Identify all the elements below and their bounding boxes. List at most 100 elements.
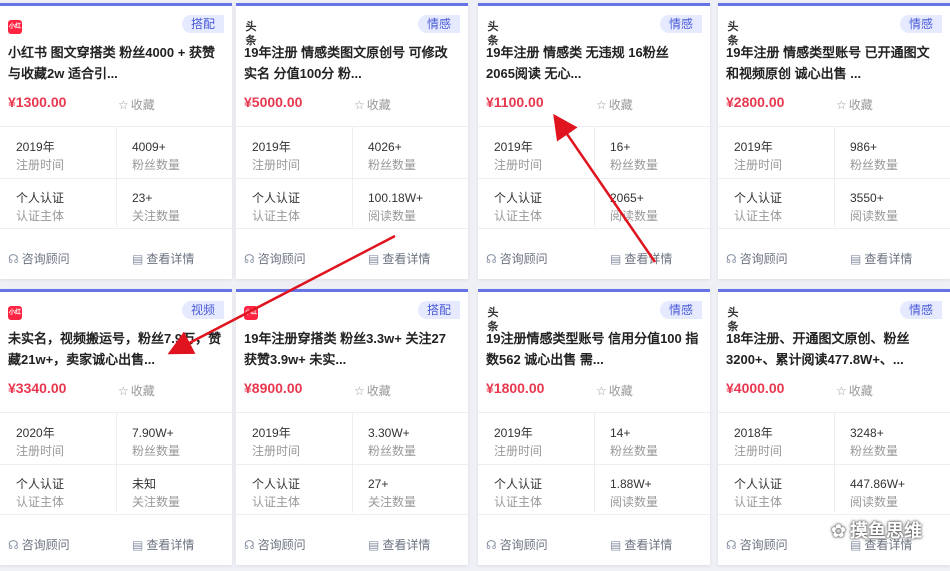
favorite-button[interactable]: ☆ 收藏 [596,96,633,113]
detail-label: 查看详情 [624,538,673,552]
favorite-button[interactable]: ☆ 收藏 [836,96,873,113]
listing-title[interactable]: 19年注册穿搭类 粉丝3.3w+ 关注27 获赞3.9w+ 未实... [244,328,458,370]
platform-icon: 头条 [727,307,739,333]
divider [718,228,950,229]
consult-button[interactable]: ☊ 咨询顾问 [726,536,788,553]
headset-icon: ☊ [244,252,255,266]
listing-title[interactable]: 18年注册、开通图文原创、粉丝3200+、累计阅读477.8W+、... [726,328,940,370]
stat-value: 2019年 [734,140,773,154]
favorite-button[interactable]: ☆ 收藏 [354,96,391,113]
divider [718,514,950,515]
stat-label: 阅读数量 [850,495,899,509]
listing-title[interactable]: 19年注册 情感类型账号 已开通图文和视频原创 诚心出售 ... [726,42,940,84]
listing-title[interactable]: 未实名，视频搬运号，粉丝7.9万，赞藏21w+，卖家诚心出售... [8,328,222,370]
favorite-button[interactable]: ☆ 收藏 [836,382,873,399]
listing-title[interactable]: 19注册情感类型账号 信用分值100 指数562 诚心出售 需... [486,328,700,370]
stat-value: 2019年 [494,426,533,440]
listing-card[interactable]: 小红书 视频 未实名，视频搬运号，粉丝7.9万，赞藏21w+，卖家诚心出售...… [0,289,232,565]
stat-followers: 3.30W+ 粉丝数量 [368,425,416,459]
detail-button[interactable]: ▤ 查看详情 [610,250,672,267]
consult-button[interactable]: ☊ 咨询顾问 [244,250,306,267]
stat-registration: 2019年 注册时间 [252,139,300,173]
platform-icon: 小红书 [244,306,258,330]
consult-label: 咨询顾问 [21,252,70,266]
listing-card[interactable]: 头条 情感 19注册情感类型账号 信用分值100 指数562 诚心出售 需...… [478,289,710,565]
stat-value: 个人认证 [16,191,65,205]
document-icon: ▤ [368,252,380,266]
favorite-button[interactable]: ☆ 收藏 [118,96,155,113]
listing-title[interactable]: 小红书 图文穿搭类 粉丝4000 + 获赞与收藏2w 适合引... [8,42,222,84]
listing-card[interactable]: 头条 情感 19年注册 情感类图文原创号 可修改实名 分值100分 粉... ¥… [236,3,468,279]
listing-price: ¥3340.00 [8,380,67,396]
stat-value: 23+ [132,191,153,205]
consult-button[interactable]: ☊ 咨询顾问 [8,536,70,553]
detail-button[interactable]: ▤ 查看详情 [368,250,430,267]
listing-card[interactable]: 头条 情感 19年注册 情感类型账号 已开通图文和视频原创 诚心出售 ... ¥… [718,3,950,279]
detail-button[interactable]: ▤ 查看详情 [850,250,912,267]
listing-price: ¥8900.00 [244,380,303,396]
divider [718,464,950,465]
favorite-label: 收藏 [366,98,391,112]
stat-auth: 个人认证 认证主体 [494,476,542,510]
star-icon: ☆ [118,98,129,112]
divider [236,464,468,465]
stat-secondary: 3550+ 阅读数量 [850,190,898,224]
platform-icon: 头条 [727,21,739,47]
stat-value: 个人认证 [16,477,65,491]
consult-button[interactable]: ☊ 咨询顾问 [726,250,788,267]
category-tag: 情感 [899,15,942,33]
stat-label: 粉丝数量 [610,158,659,172]
favorite-label: 收藏 [608,384,633,398]
divider [0,514,232,515]
stat-registration: 2020年 注册时间 [16,425,64,459]
listing-card[interactable]: 头条 情感 19年注册 情感类 无违规 16粉丝 2065阅读 无心... ¥1… [478,3,710,279]
stat-label: 阅读数量 [610,209,659,223]
stat-label: 认证主体 [734,209,783,223]
stat-registration: 2019年 注册时间 [252,425,300,459]
detail-button[interactable]: ▤ 查看详情 [368,536,430,553]
headset-icon: ☊ [486,538,497,552]
stat-value: 2020年 [16,426,55,440]
listing-card[interactable]: 小红书 搭配 小红书 图文穿搭类 粉丝4000 + 获赞与收藏2w 适合引...… [0,3,232,279]
document-icon: ▤ [368,538,380,552]
category-tag: 视频 [181,301,224,319]
stat-followers: 16+ 粉丝数量 [610,139,658,173]
stat-label: 粉丝数量 [850,444,899,458]
divider [834,127,835,227]
consult-label: 咨询顾问 [257,252,306,266]
listing-title[interactable]: 19年注册 情感类 无违规 16粉丝 2065阅读 无心... [486,42,700,84]
listing-title[interactable]: 19年注册 情感类图文原创号 可修改实名 分值100分 粉... [244,42,458,84]
stat-value: 个人认证 [734,191,783,205]
favorite-button[interactable]: ☆ 收藏 [354,382,391,399]
stat-value: 2019年 [252,140,291,154]
consult-button[interactable]: ☊ 咨询顾问 [486,536,548,553]
divider [116,127,117,227]
headset-icon: ☊ [726,252,737,266]
divider [594,413,595,513]
headset-icon: ☊ [8,252,19,266]
detail-label: 查看详情 [382,538,431,552]
favorite-button[interactable]: ☆ 收藏 [596,382,633,399]
divider [116,413,117,513]
star-icon: ☆ [118,384,129,398]
detail-button[interactable]: ▤ 查看详情 [132,250,194,267]
listing-price: ¥1800.00 [486,380,545,396]
stat-followers: 4026+ 粉丝数量 [368,139,416,173]
stat-label: 关注数量 [132,495,181,509]
detail-button[interactable]: ▤ 查看详情 [610,536,672,553]
category-tag: 搭配 [417,301,460,319]
consult-button[interactable]: ☊ 咨询顾问 [486,250,548,267]
detail-button[interactable]: ▤ 查看详情 [132,536,194,553]
divider [478,464,710,465]
stat-secondary: 未知 关注数量 [132,476,180,510]
stat-label: 粉丝数量 [610,444,659,458]
listing-card[interactable]: 小红书 搭配 19年注册穿搭类 粉丝3.3w+ 关注27 获赞3.9w+ 未实.… [236,289,468,565]
star-icon: ☆ [836,384,847,398]
stat-label: 粉丝数量 [132,158,181,172]
stat-auth: 个人认证 认证主体 [252,190,300,224]
stat-label: 注册时间 [494,444,543,458]
consult-button[interactable]: ☊ 咨询顾问 [8,250,70,267]
stat-label: 阅读数量 [850,209,899,223]
consult-button[interactable]: ☊ 咨询顾问 [244,536,306,553]
favorite-button[interactable]: ☆ 收藏 [118,382,155,399]
